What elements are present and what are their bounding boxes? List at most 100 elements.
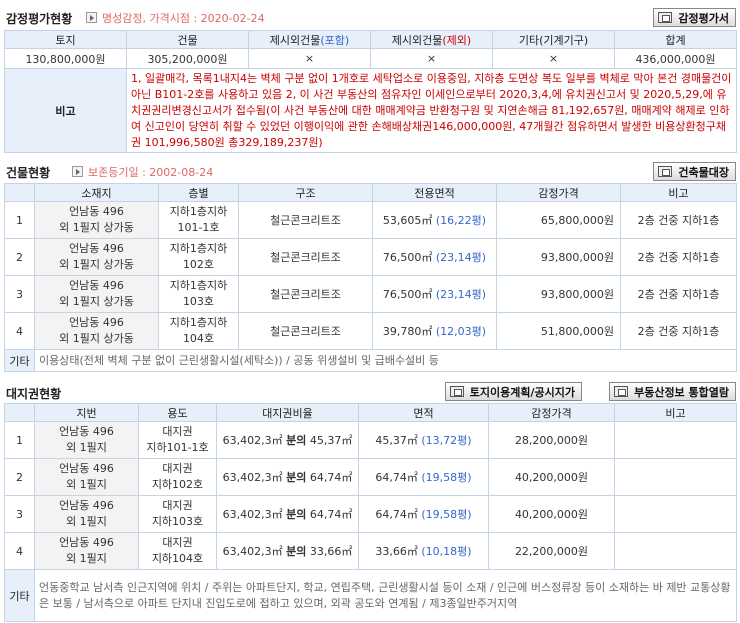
- area-cell: 64,74㎡ (19,58평): [358, 458, 489, 496]
- note-label: 비고: [4, 68, 127, 153]
- price-cell: 40,200,000원: [488, 458, 615, 496]
- land-use-plan-button[interactable]: 토지이용계획/공시지가: [444, 382, 582, 401]
- building-title: 건물현황: [6, 166, 51, 180]
- floor-cell: 지하1층지하 102호: [158, 238, 239, 276]
- arrow-icon[interactable]: [86, 12, 97, 23]
- area-cell: 33,66㎡ (10,18평): [358, 532, 489, 570]
- row-number: 1: [4, 421, 35, 459]
- ratio-cell: 63,402,3㎡ 분의 64,74㎡: [216, 495, 359, 533]
- price-cell: 28,200,000원: [488, 421, 615, 459]
- header-price: 감정가격: [488, 403, 615, 422]
- header-total: 합계: [614, 30, 737, 49]
- building-reg-date: 보존등기일 : 2002-08-24: [88, 166, 214, 179]
- table-row: 4 언남동 496 외 1필지 상가동 지하1층지하 104호 철근콘크리트조 39…: [4, 312, 737, 350]
- note-cell: [614, 532, 737, 570]
- property-info-label: 부동산정보 통합열람: [634, 385, 729, 399]
- row-number: 2: [4, 238, 35, 276]
- building-etc: 이용상태(전체 벽체 구분 없이 근린생활시설(세탁소)) / 공동 위생설비 …: [34, 349, 737, 372]
- land-header: 대지권현황 토지이용계획/공시지가 부동산정보 통합열람: [0, 381, 740, 403]
- row-number: 3: [4, 495, 35, 533]
- etc-label: 기타: [4, 349, 35, 372]
- header-area: 전용면적: [372, 183, 497, 202]
- etc-label: 기타: [4, 569, 35, 622]
- note-cell: 2층 건중 지하1층: [620, 275, 737, 313]
- lot-cell: 언남동 496 외 1필지: [34, 458, 139, 496]
- document-icon: [658, 166, 673, 177]
- price-cell: 22,200,000원: [488, 532, 615, 570]
- note-cell: [614, 495, 737, 533]
- row-number: 4: [4, 312, 35, 350]
- arrow-icon[interactable]: [72, 166, 83, 177]
- note-cell: [614, 421, 737, 459]
- land-title: 대지권현황: [6, 387, 62, 401]
- excl-label: (제외): [442, 33, 472, 47]
- document-icon: [658, 12, 673, 23]
- row-number: 4: [4, 532, 35, 570]
- floor-cell: 지하1층지하 104호: [158, 312, 239, 350]
- incl-label: (포함): [320, 33, 350, 47]
- table-row: 4 언남동 496 외 1필지 대지권 지하104호 63,402,3㎡ 분의 33…: [4, 532, 737, 570]
- header-extra-incl: 제시외건물(포함): [248, 30, 371, 49]
- note-cell: 2층 건중 지하1층: [620, 201, 737, 239]
- ratio-cell: 63,402,3㎡ 분의 45,37㎡: [216, 421, 359, 459]
- header-floor: 층별: [158, 183, 239, 202]
- row-number: 1: [4, 201, 35, 239]
- note-cell: 2층 건중 지하1층: [620, 312, 737, 350]
- floor-cell: 지하1층지하 103호: [158, 275, 239, 313]
- header-price: 감정가격: [496, 183, 621, 202]
- header-land: 토지: [4, 30, 127, 49]
- appraisal-table: 토지 건물 제시외건물(포함) 제시외건물(제외) 기타(기계기구) 합계 13…: [4, 30, 737, 153]
- land-etc: 언동중학교 남서측 인근지역에 위치 / 주위는 아파트단지, 학교, 연립주택…: [34, 569, 737, 622]
- location-cell: 언남동 496 외 1필지 상가동: [34, 238, 159, 276]
- price-cell: 51,800,000원: [496, 312, 621, 350]
- table-row: 3 언남동 496 외 1필지 대지권 지하103호 63,402,3㎡ 분의 64…: [4, 495, 737, 533]
- area-cell: 64,74㎡ (19,58평): [358, 495, 489, 533]
- lot-cell: 언남동 496 외 1필지: [34, 421, 139, 459]
- ratio-cell: 63,402,3㎡ 분의 64,74㎡: [216, 458, 359, 496]
- building-register-label: 건축물대장: [678, 165, 729, 179]
- table-row: 2 언남동 496 외 1필지 상가동 지하1층지하 102호 철근콘크리트조 76…: [4, 238, 737, 276]
- table-row: 3 언남동 496 외 1필지 상가동 지하1층지하 103호 철근콘크리트조 76…: [4, 275, 737, 313]
- location-cell: 언남동 496 외 1필지 상가동: [34, 312, 159, 350]
- area-cell: 39,780㎡ (12,03평): [372, 312, 497, 350]
- ratio-cell: 63,402,3㎡ 분의 33,66㎡: [216, 532, 359, 570]
- structure-cell: 철근콘크리트조: [238, 312, 373, 350]
- value-extra-excl: ×: [370, 48, 493, 69]
- appraisal-title: 감정평가현황: [6, 12, 73, 26]
- appraisal-report-button[interactable]: 감정평가서: [653, 8, 736, 27]
- table-row: 1 언남동 496 외 1필지 상가동 지하1층지하 101-1호 철근콘크리트조 …: [4, 201, 737, 239]
- header-area: 면적: [358, 403, 489, 422]
- area-cell: 53,605㎡ (16,22평): [372, 201, 497, 239]
- price-cell: 93,800,000원: [496, 238, 621, 276]
- floor-cell: 지하1층지하 101-1호: [158, 201, 239, 239]
- appraisal-header: 감정평가현황 명성감정, 가격시점 : 2020-02-24 감정평가서: [0, 6, 740, 28]
- row-number: 3: [4, 275, 35, 313]
- header-ratio: 대지권비율: [216, 403, 359, 422]
- land-table: 지번 용도 대지권비율 면적 감정가격 비고 1 언남동 496 외 1필지 대지…: [4, 403, 737, 622]
- note-cell: 2층 건중 지하1층: [620, 238, 737, 276]
- lot-cell: 언남동 496 외 1필지: [34, 495, 139, 533]
- header-note: 비고: [614, 403, 737, 422]
- header-extra-excl: 제시외건물(제외): [370, 30, 493, 49]
- building-table: 소재지 층별 구조 전용면적 감정가격 비고 1 언남동 496 외 1필지 상가…: [4, 183, 737, 372]
- area-cell: 45,37㎡ (13,72평): [358, 421, 489, 459]
- use-cell: 대지권 지하102호: [138, 458, 217, 496]
- building-register-button[interactable]: 건축물대장: [653, 162, 736, 181]
- document-icon: [449, 386, 464, 397]
- table-row: 1 언남동 496 외 1필지 대지권 지하101-1호 63,402,3㎡ 분의 …: [4, 421, 737, 459]
- document-icon: [614, 386, 629, 397]
- land-use-plan-label: 토지이용계획/공시지가: [469, 385, 575, 399]
- price-cell: 40,200,000원: [488, 495, 615, 533]
- value-machinery: ×: [492, 48, 615, 69]
- location-cell: 언남동 496 외 1필지 상가동: [34, 275, 159, 313]
- value-building: 305,200,000원: [126, 48, 249, 69]
- table-row: 2 언남동 496 외 1필지 대지권 지하102호 63,402,3㎡ 분의 64…: [4, 458, 737, 496]
- use-cell: 대지권 지하101-1호: [138, 421, 217, 459]
- appraisal-report-label: 감정평가서: [678, 11, 729, 25]
- value-extra-incl: ×: [248, 48, 371, 69]
- property-info-button[interactable]: 부동산정보 통합열람: [609, 382, 736, 401]
- appraisal-agency: 명성감정: [102, 12, 143, 25]
- row-number: 2: [4, 458, 35, 496]
- location-cell: 언남동 496 외 1필지 상가동: [34, 201, 159, 239]
- header-structure: 구조: [238, 183, 373, 202]
